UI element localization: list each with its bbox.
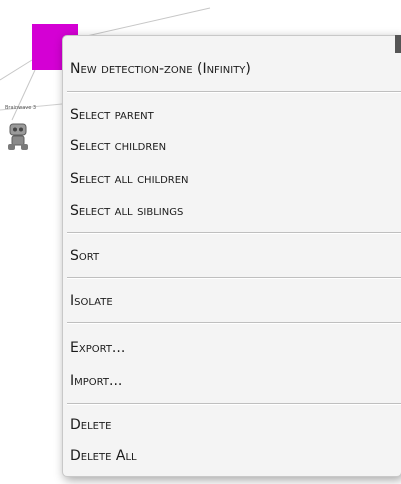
menu-separator	[67, 232, 401, 234]
menu-separator	[67, 91, 401, 93]
menu-separator	[67, 322, 401, 324]
context-menu: New detection-zone (Infinity) Select par…	[62, 35, 401, 477]
menu-item-isolate[interactable]: Isolate	[70, 286, 113, 317]
menu-item-sort[interactable]: Sort	[70, 241, 99, 272]
menu-item-delete[interactable]: Delete	[70, 410, 111, 441]
menu-separator	[67, 403, 401, 405]
menu-item-export[interactable]: Export...	[70, 333, 125, 364]
node-label: Brainwave 3	[5, 105, 37, 111]
menu-item-select-all-children[interactable]: Select all children	[70, 164, 189, 195]
menu-scroll-indicator	[395, 35, 401, 53]
menu-item-new-detection-zone[interactable]: New detection-zone (Infinity)	[70, 54, 251, 85]
menu-separator	[67, 277, 401, 279]
node-robot-icon[interactable]	[6, 122, 32, 152]
menu-item-select-children[interactable]: Select children	[70, 131, 166, 162]
menu-item-delete-all[interactable]: Delete All	[70, 441, 137, 472]
menu-item-select-all-siblings[interactable]: Select all siblings	[70, 196, 183, 227]
menu-item-import[interactable]: Import...	[70, 366, 122, 397]
menu-item-select-parent[interactable]: Select parent	[70, 100, 154, 131]
